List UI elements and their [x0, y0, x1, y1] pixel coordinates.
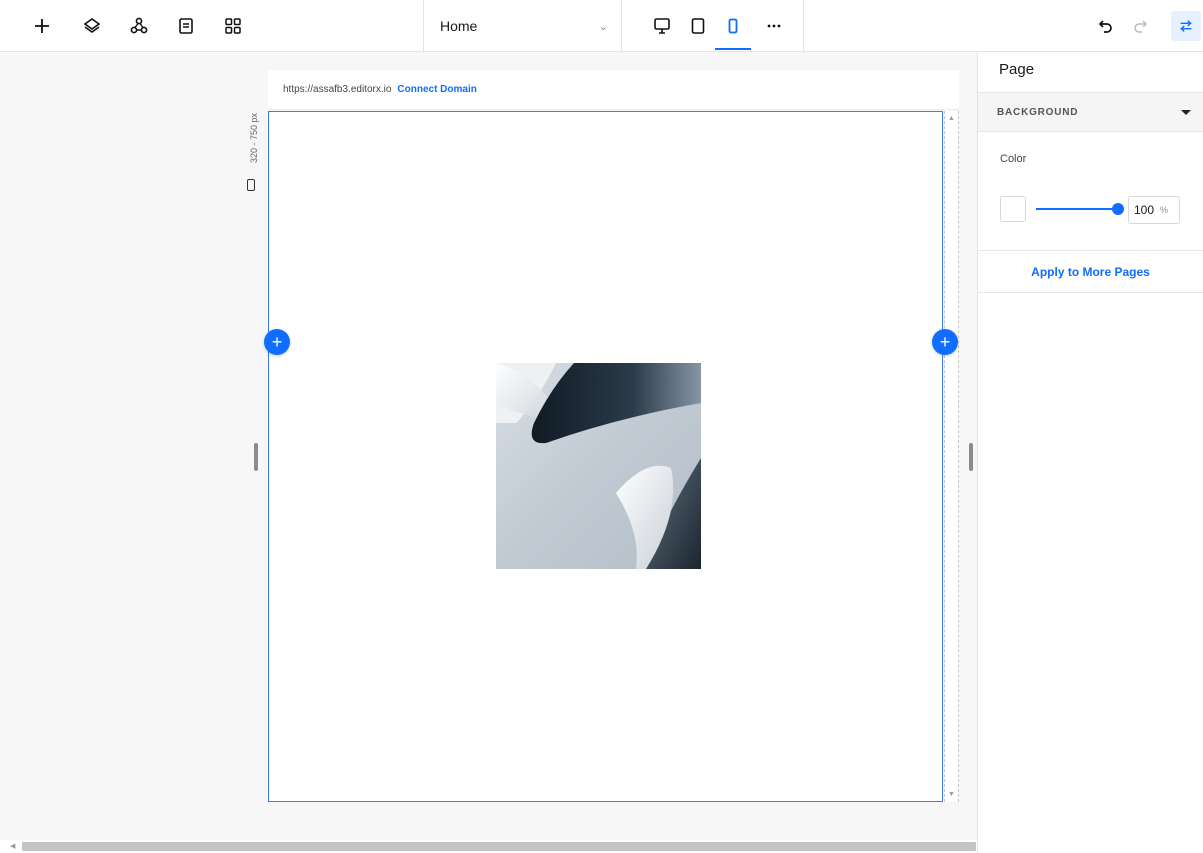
add-section-right-button[interactable]: +: [932, 329, 958, 355]
apply-to-more-pages-button[interactable]: Apply to More Pages: [1031, 265, 1150, 279]
caret-down-icon: [1181, 109, 1191, 115]
desktop-icon[interactable]: [650, 14, 674, 38]
redo-icon[interactable]: [1128, 14, 1152, 38]
settings-panel-icon[interactable]: [1171, 11, 1201, 41]
connections-icon[interactable]: [127, 14, 151, 38]
opacity-unit: %: [1160, 205, 1169, 215]
toolbar-divider: [803, 0, 804, 52]
chevron-down-icon: ⌄: [598, 20, 608, 33]
horizontal-scrollbar[interactable]: ◀: [0, 840, 977, 853]
opacity-value: 100: [1134, 203, 1155, 217]
opacity-slider-knob[interactable]: [1112, 203, 1124, 215]
page-selector-value: Home: [440, 18, 478, 34]
active-device-indicator: [715, 48, 751, 50]
site-url-bar: https://assafb3.editorx.io Connect Domai…: [268, 70, 959, 110]
mobile-breakpoint-icon: [247, 179, 255, 191]
inspector-panel: Page BACKGROUND Color 100 % Apply to Mor…: [977, 52, 1203, 853]
apps-icon[interactable]: [221, 14, 245, 38]
site-url: https://assafb3.editorx.io: [283, 84, 392, 95]
toolbar-divider: [621, 0, 622, 52]
scroll-down-icon[interactable]: ▼: [948, 791, 955, 798]
page-vertical-scrollbar[interactable]: ▲ ▼: [944, 111, 959, 802]
add-icon[interactable]: [30, 14, 54, 38]
horizontal-scroll-thumb[interactable]: [22, 842, 976, 851]
breakpoint-range-text: 320 - 750 px: [249, 112, 259, 164]
scroll-left-icon[interactable]: ◀: [10, 842, 15, 850]
opacity-input[interactable]: 100 %: [1128, 196, 1180, 224]
mobile-icon[interactable]: [721, 14, 745, 38]
color-swatch[interactable]: [1000, 196, 1026, 222]
opacity-slider[interactable]: [1036, 208, 1118, 210]
add-section-left-button[interactable]: +: [264, 329, 290, 355]
apply-to-more-pages-row: Apply to More Pages: [978, 251, 1203, 293]
color-label: Color: [1000, 153, 1027, 165]
breakpoint-range-label: 320 - 750 px: [247, 108, 261, 168]
panel-title: Page: [978, 52, 1203, 93]
background-section-header[interactable]: BACKGROUND: [978, 93, 1203, 132]
abstract-image[interactable]: [496, 363, 701, 569]
connect-domain-link[interactable]: Connect Domain: [397, 84, 476, 95]
section-title: BACKGROUND: [997, 106, 1079, 118]
layers-icon[interactable]: [80, 14, 104, 38]
tablet-icon[interactable]: [686, 14, 710, 38]
editor-app: Home ⌄ 320 - 750 px https://assafb3.edit…: [0, 0, 1203, 853]
pages-icon[interactable]: [174, 14, 198, 38]
resize-handle-left[interactable]: [254, 443, 258, 471]
resize-handle-right[interactable]: [969, 443, 973, 471]
scroll-up-icon[interactable]: ▲: [948, 115, 955, 122]
undo-icon[interactable]: [1094, 14, 1118, 38]
more-icon[interactable]: [762, 14, 786, 38]
background-color-settings: Color 100 %: [978, 132, 1203, 251]
page-selector[interactable]: Home ⌄: [424, 0, 620, 52]
top-toolbar: Home ⌄: [0, 0, 1203, 52]
